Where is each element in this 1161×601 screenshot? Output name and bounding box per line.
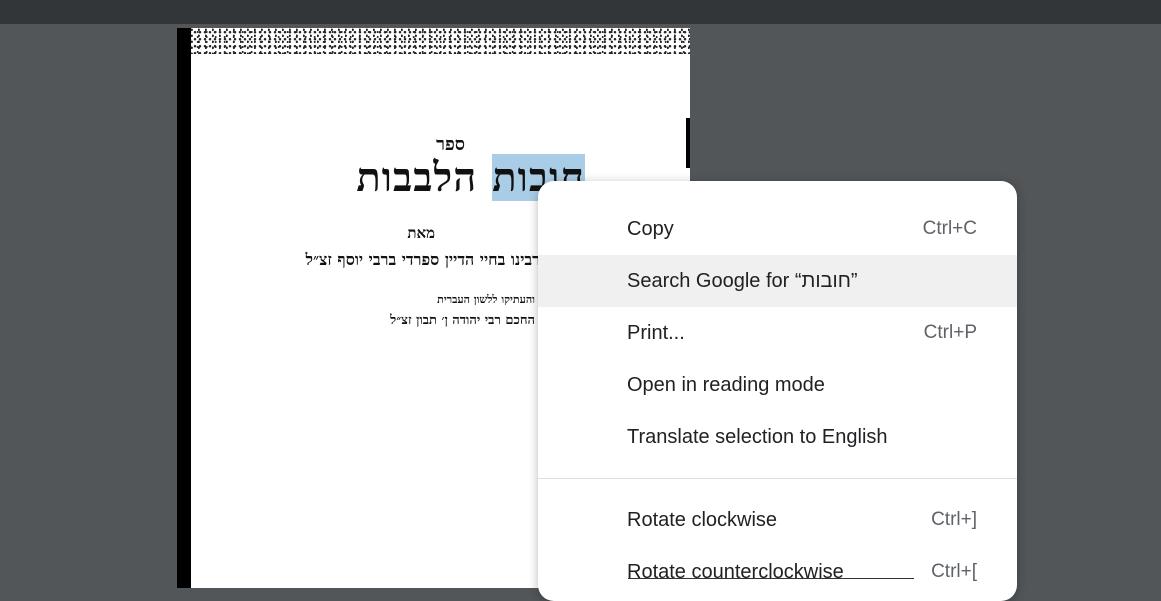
translate-menu-item[interactable]: Translate selection to English: [538, 411, 1017, 463]
menu-item-label: Rotate counterclockwise: [627, 560, 844, 583]
menu-item-label: Open in reading mode: [627, 373, 825, 396]
pdf-toolbar: [0, 0, 1161, 24]
book-title-rest: הלבבות: [356, 154, 478, 201]
tooltip-underline: [628, 578, 914, 579]
reading-mode-menu-item[interactable]: Open in reading mode: [538, 359, 1017, 411]
menu-item-shortcut: Ctrl+[: [931, 561, 977, 582]
author-text: רבינו בחיי הדיין ספרדי ברבי יוסף זצ״ל: [305, 250, 540, 269]
translation-note: והעתיקו ללשון העברית: [437, 293, 535, 306]
by-text: מאת: [407, 224, 435, 242]
menu-item-label: Search Google for “חובות”: [627, 269, 858, 292]
book-prefix-text: ספר: [436, 134, 465, 155]
menu-item-shortcut: Ctrl+P: [923, 322, 977, 343]
menu-item-label: Translate selection to English: [627, 425, 888, 448]
scan-right-edge: [686, 118, 690, 168]
menu-item-shortcut: Ctrl+C: [922, 218, 977, 239]
translator-text: החכם רבי יהודה ן׳ תבון זצ״ל: [390, 313, 535, 328]
menu-item-shortcut: Ctrl+]: [931, 509, 977, 530]
scan-left-edge: [177, 28, 191, 588]
rotate-counterclockwise-menu-item[interactable]: Rotate counterclockwise Ctrl+[: [538, 546, 1017, 598]
copy-menu-item[interactable]: Copy Ctrl+C: [538, 203, 1017, 255]
scan-noise: [177, 28, 690, 54]
menu-item-label: Rotate clockwise: [627, 508, 778, 531]
search-google-menu-item[interactable]: Search Google for “חובות”: [538, 255, 1017, 307]
menu-item-label: Print...: [627, 321, 685, 344]
print-menu-item[interactable]: Print... Ctrl+P: [538, 307, 1017, 359]
context-menu: Copy Ctrl+C Search Google for “חובות” Pr…: [538, 181, 1017, 601]
menu-separator: [538, 478, 1017, 479]
rotate-clockwise-menu-item[interactable]: Rotate clockwise Ctrl+]: [538, 494, 1017, 546]
menu-item-label: Copy: [627, 217, 674, 240]
